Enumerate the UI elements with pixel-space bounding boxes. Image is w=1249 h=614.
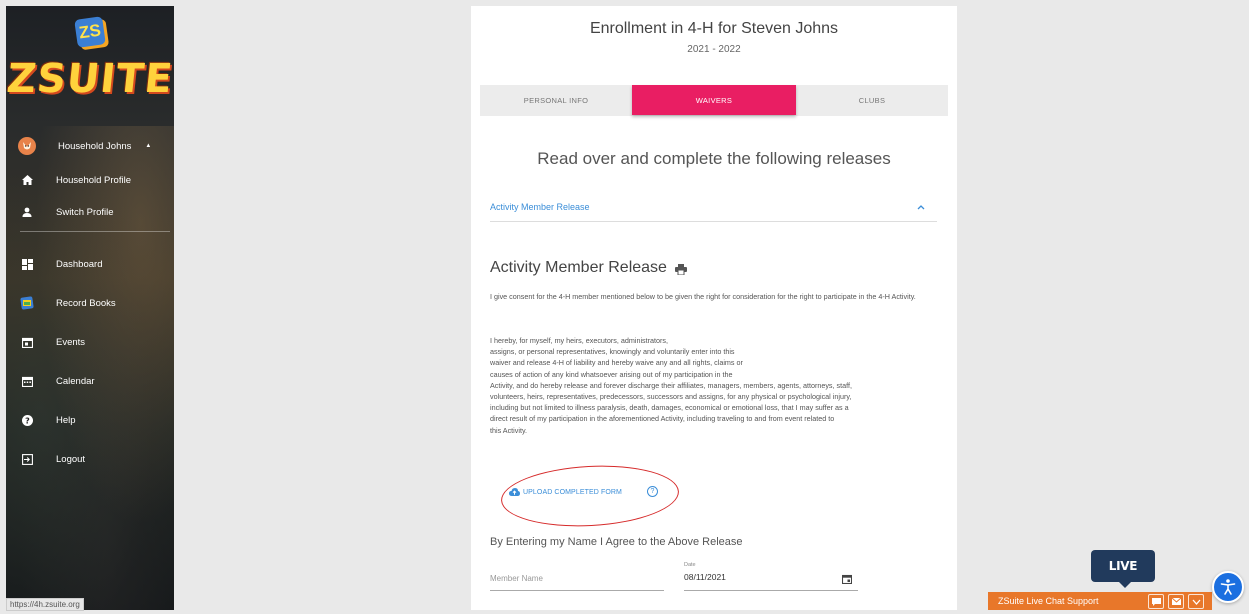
sidebar-item-label: Household Profile: [56, 174, 131, 186]
household-label: Household Johns: [58, 140, 132, 152]
waiver-line: including but not limited to illness par…: [490, 403, 849, 413]
sidebar-item-label: Record Books: [56, 297, 116, 309]
release-title: Activity Member Release: [490, 259, 687, 277]
section-heading: Read over and complete the following rel…: [537, 149, 891, 168]
member-name-placeholder: Member Name: [490, 574, 543, 583]
enrollment-tabs: PERSONAL INFO WAIVERS CLUBS: [480, 85, 948, 116]
waiver-line: Activity, and do hereby release and fore…: [490, 380, 852, 390]
date-value: 08/11/2021: [684, 572, 726, 582]
agreement-text: By Entering my Name I Agree to the Above…: [490, 536, 743, 548]
upload-label: UPLOAD COMPLETED FORM: [523, 488, 622, 496]
chevron-up-icon[interactable]: [917, 202, 925, 212]
sidebar-item-label: Logout: [56, 453, 86, 465]
enrollment-card: Enrollment in 4-H for Steven Johns 2021 …: [471, 6, 957, 610]
sidebar-item-dashboard[interactable]: Dashboard: [6, 251, 174, 277]
tab-waivers[interactable]: WAIVERS: [632, 85, 796, 115]
svg-text:?: ?: [25, 416, 30, 425]
calendar-icon: [20, 374, 34, 388]
avatar: [18, 137, 36, 155]
fox-icon: [23, 142, 31, 150]
sidebar-item-label: Switch Profile: [56, 206, 114, 218]
release-title-text: Activity Member Release: [490, 259, 667, 276]
tab-clubs[interactable]: CLUBS: [796, 85, 948, 116]
waiver-line: causes of action of any kind whatsoever …: [490, 369, 733, 379]
enrollment-year: 2021 - 2022: [687, 44, 741, 55]
logo-badge: ZS: [74, 16, 106, 48]
member-name-field[interactable]: Member Name: [490, 574, 664, 591]
household-switcher[interactable]: Household Johns ▲: [6, 133, 174, 159]
accordion-label: Activity Member Release: [490, 202, 590, 212]
chat-message-icon[interactable]: [1148, 594, 1164, 609]
waiver-line: assigns, or personal representatives, kn…: [490, 347, 735, 357]
waiver-line: direct result of my participation in the…: [490, 414, 835, 424]
date-label: Date: [684, 562, 696, 568]
sidebar-divider: [20, 231, 170, 232]
logo-text: ZSUITE: [6, 56, 174, 102]
sidebar-item-household-profile[interactable]: Household Profile: [6, 167, 174, 193]
sidebar-item-calendar[interactable]: Calendar: [6, 368, 174, 394]
print-icon[interactable]: [674, 263, 687, 275]
zsuite-logo[interactable]: ZS ZSUITE: [6, 6, 174, 116]
sidebar-item-label: Help: [56, 414, 76, 426]
live-chat-label: ZSuite Live Chat Support: [998, 596, 1099, 606]
chat-email-icon[interactable]: [1168, 594, 1184, 609]
sidebar: ZS ZSUITE Household Johns ▲ Household Pr…: [6, 6, 174, 610]
sidebar-item-label: Dashboard: [56, 258, 103, 270]
waiver-line: volunteers, heirs, representatives, pred…: [490, 392, 852, 402]
live-chat-bar[interactable]: ZSuite Live Chat Support: [988, 592, 1212, 610]
waiver-line: this Activity.: [490, 425, 528, 435]
person-icon: [20, 205, 34, 219]
sidebar-item-record-books[interactable]: Record Books: [6, 290, 174, 316]
accordion-activity-member-release[interactable]: Activity Member Release: [490, 202, 937, 222]
home-icon: [20, 173, 34, 187]
help-icon: ?: [20, 413, 34, 427]
release-paragraph-consent: I give consent for the 4-H member mentio…: [490, 292, 916, 301]
tab-personal-info[interactable]: PERSONAL INFO: [480, 85, 632, 116]
record-books-icon: [20, 296, 34, 310]
status-url: https://4h.zsuite.org: [6, 598, 84, 611]
page-title: Enrollment in 4-H for Steven Johns: [589, 20, 839, 37]
sidebar-item-logout[interactable]: Logout: [6, 446, 174, 472]
event-icon: [20, 335, 34, 349]
logout-icon: [20, 452, 34, 466]
caret-up-icon: ▲: [145, 143, 152, 149]
sidebar-item-label: Events: [56, 336, 86, 348]
calendar-picker-icon[interactable]: [842, 574, 852, 584]
accessibility-icon[interactable]: [1212, 571, 1244, 603]
sidebar-item-label: Calendar: [56, 375, 95, 387]
waiver-line: I hereby, for myself, my heirs, executor…: [490, 336, 669, 345]
chat-minimize-icon[interactable]: [1188, 594, 1204, 609]
waiver-line: waiver and release 4-H of liability and …: [490, 358, 743, 368]
release-paragraph-waiver: I hereby, for myself, my heirs, executor…: [490, 335, 940, 436]
sidebar-item-switch-profile[interactable]: Switch Profile: [6, 199, 174, 225]
sidebar-item-events[interactable]: Events: [6, 329, 174, 355]
live-chat-badge[interactable]: LIVE CHAT: [1091, 550, 1155, 605]
dashboard-icon: [20, 257, 34, 271]
sidebar-item-help[interactable]: ? Help: [6, 407, 174, 433]
cloud-upload-icon: [509, 488, 520, 496]
upload-completed-form-button[interactable]: UPLOAD COMPLETED FORM: [509, 488, 622, 496]
date-field[interactable]: 08/11/2021: [684, 572, 858, 591]
upload-help-icon[interactable]: ?: [647, 486, 658, 497]
